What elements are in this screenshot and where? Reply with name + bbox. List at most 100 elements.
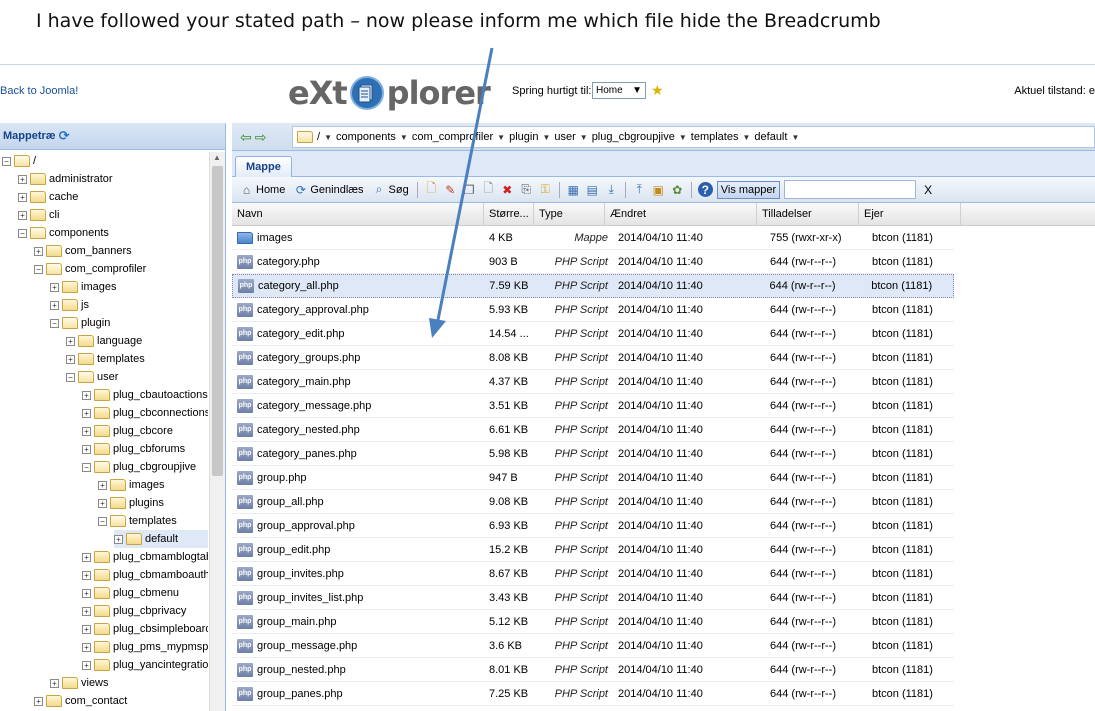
clear-filter-button[interactable]: X xyxy=(924,183,932,197)
tree-item[interactable]: − com_comprofiler xyxy=(34,260,146,278)
edit-icon[interactable]: ✎ xyxy=(443,182,458,197)
tree-item[interactable]: + plug_cbprivacy xyxy=(82,602,186,620)
expand-icon[interactable]: + xyxy=(18,192,27,202)
expand-icon[interactable]: + xyxy=(82,390,91,400)
expand-icon[interactable]: + xyxy=(82,624,91,634)
chevron-down-icon[interactable]: ▼ xyxy=(324,133,332,142)
document-icon[interactable]: 🗋 xyxy=(481,181,496,197)
expand-icon[interactable]: + xyxy=(82,642,91,652)
collapse-icon[interactable]: − xyxy=(2,156,11,166)
breadcrumb-item[interactable]: components xyxy=(336,131,396,143)
filter-input[interactable] xyxy=(784,180,917,199)
table-row[interactable]: php group_approval.php 6.93 KB PHP Script 20… xyxy=(232,514,954,538)
expand-icon[interactable]: + xyxy=(82,408,91,418)
tree-item[interactable]: + plug_cbcore xyxy=(82,422,173,440)
home-button[interactable]: ⌂ Home xyxy=(237,182,287,197)
breadcrumb-item[interactable]: templates xyxy=(691,131,739,143)
breadcrumb-item[interactable]: plug_cbgroupjive xyxy=(592,131,675,143)
expand-icon[interactable]: + xyxy=(82,570,91,580)
tree-item[interactable]: + plugins xyxy=(98,494,164,512)
column-header[interactable]: Tilladelser xyxy=(757,203,859,225)
column-header[interactable]: Ændret xyxy=(605,203,757,225)
collapse-icon[interactable]: − xyxy=(34,264,43,274)
show-dirs-button[interactable]: Vis mapper xyxy=(716,180,781,199)
expand-icon[interactable]: + xyxy=(82,606,91,616)
expand-icon[interactable]: + xyxy=(114,534,123,544)
expand-icon[interactable]: + xyxy=(66,354,75,364)
breadcrumb-item[interactable]: user xyxy=(554,131,575,143)
breadcrumb-item[interactable]: default xyxy=(754,131,787,143)
tree-item[interactable]: − / xyxy=(2,152,36,170)
copy-icon[interactable]: ❐ xyxy=(462,182,477,197)
column-header[interactable]: Navn xyxy=(232,203,484,225)
back-forward-icon[interactable]: ⇦⇨ xyxy=(240,129,269,146)
table-row[interactable]: php group_nested.php 8.01 KB PHP Script 2014… xyxy=(232,658,954,682)
extract-icon[interactable]: ✿ xyxy=(670,182,685,197)
expand-icon[interactable]: + xyxy=(34,696,43,706)
table-row[interactable]: php group_edit.php 15.2 KB PHP Script 2014/0… xyxy=(232,538,954,562)
expand-icon[interactable]: + xyxy=(82,588,91,598)
table-row[interactable]: php category_edit.php 14.54 ... PHP Script 2… xyxy=(232,322,954,346)
expand-icon[interactable]: + xyxy=(18,210,27,220)
tree-item[interactable]: + com_contact xyxy=(34,692,127,710)
tab-folder[interactable]: Mappe xyxy=(235,156,292,177)
table-row[interactable]: php group_all.php 9.08 KB PHP Script 2014/04… xyxy=(232,490,954,514)
collapse-icon[interactable]: − xyxy=(82,462,91,472)
expand-icon[interactable]: + xyxy=(34,246,43,256)
tree-item[interactable]: − plug_cbgroupjive xyxy=(82,458,196,476)
tree-item[interactable]: + images xyxy=(98,476,164,494)
table-row[interactable]: php category_nested.php 6.61 KB PHP Script 2… xyxy=(232,418,954,442)
download-icon[interactable]: ⤓ xyxy=(604,182,619,197)
view-icon[interactable]: ▦ xyxy=(566,182,581,197)
tree-item[interactable]: + plug_pms_mypmspro xyxy=(82,638,208,656)
permissions-icon[interactable]: ⚿ xyxy=(538,182,553,197)
table-row[interactable]: images 4 KB Mappe 2014/04/10 11:40 755 (rwxr… xyxy=(232,226,954,250)
collapse-icon[interactable]: − xyxy=(50,318,59,328)
expand-icon[interactable]: + xyxy=(82,444,91,454)
tree-item[interactable]: + plug_cbmamblogtab xyxy=(82,548,208,566)
table-row[interactable]: php group_panes.php 7.25 KB PHP Script 2014/… xyxy=(232,682,954,706)
tree-item[interactable]: − templates xyxy=(98,512,177,530)
chevron-down-icon[interactable]: ▼ xyxy=(679,133,687,142)
table-row[interactable]: php group_invites.php 8.67 KB PHP Script 201… xyxy=(232,562,954,586)
rename-icon[interactable]: ⎘ xyxy=(519,182,534,197)
help-icon[interactable]: ? xyxy=(697,182,713,197)
tree-item[interactable]: − plugin xyxy=(50,314,110,332)
tree-item[interactable]: + views xyxy=(50,674,109,692)
tree-item[interactable]: + plug_cbmenu xyxy=(82,584,179,602)
chevron-down-icon[interactable]: ▼ xyxy=(400,133,408,142)
tree-item[interactable]: − components xyxy=(18,224,109,242)
tree-item[interactable]: + cli xyxy=(18,206,59,224)
expand-icon[interactable]: + xyxy=(50,678,59,688)
tree-item[interactable]: + plug_cbconnections xyxy=(82,404,208,422)
tree-item[interactable]: + default xyxy=(114,530,208,548)
tree-scrollbar-thumb[interactable] xyxy=(212,166,223,476)
tree-item[interactable]: + templates xyxy=(66,350,145,368)
table-row[interactable]: php group_main.php 5.12 KB PHP Script 2014/0… xyxy=(232,610,954,634)
scroll-up-icon[interactable]: ▲ xyxy=(213,153,221,162)
table-row[interactable]: php category_panes.php 5.98 KB PHP Script 20… xyxy=(232,442,954,466)
table-row[interactable]: php category.php 903 B PHP Script 2014/04/10… xyxy=(232,250,954,274)
refresh-tree-icon[interactable]: ⟳ xyxy=(59,128,70,144)
expand-icon[interactable]: + xyxy=(98,480,107,490)
expand-icon[interactable]: + xyxy=(82,660,91,670)
table-row[interactable]: php category_approval.php 5.93 KB PHP Scrip… xyxy=(232,298,954,322)
tree-scrollbar[interactable]: ▲ xyxy=(209,152,225,711)
chevron-down-icon[interactable]: ▼ xyxy=(497,133,505,142)
upload-icon[interactable]: ⤒ xyxy=(632,182,647,197)
expand-icon[interactable]: + xyxy=(98,498,107,508)
expand-icon[interactable]: + xyxy=(82,552,91,562)
tree-item[interactable]: + js xyxy=(50,296,89,314)
tree-item[interactable]: − user xyxy=(66,368,118,386)
breadcrumb-item[interactable]: plugin xyxy=(509,131,538,143)
expand-icon[interactable]: + xyxy=(82,426,91,436)
chevron-down-icon[interactable]: ▼ xyxy=(542,133,550,142)
details-icon[interactable]: ▤ xyxy=(585,182,600,197)
bookmark-star-icon[interactable]: ★ xyxy=(651,82,664,99)
collapse-icon[interactable]: − xyxy=(18,228,27,238)
archive-icon[interactable]: ▣ xyxy=(651,182,666,197)
chevron-down-icon[interactable]: ▼ xyxy=(791,133,799,142)
back-to-joomla-link[interactable]: Back to Joomla! xyxy=(0,85,78,97)
tree-item[interactable]: + plug_cbsimpleboardt xyxy=(82,620,208,638)
table-row[interactable]: php category_message.php 3.51 KB PHP Script… xyxy=(232,394,954,418)
